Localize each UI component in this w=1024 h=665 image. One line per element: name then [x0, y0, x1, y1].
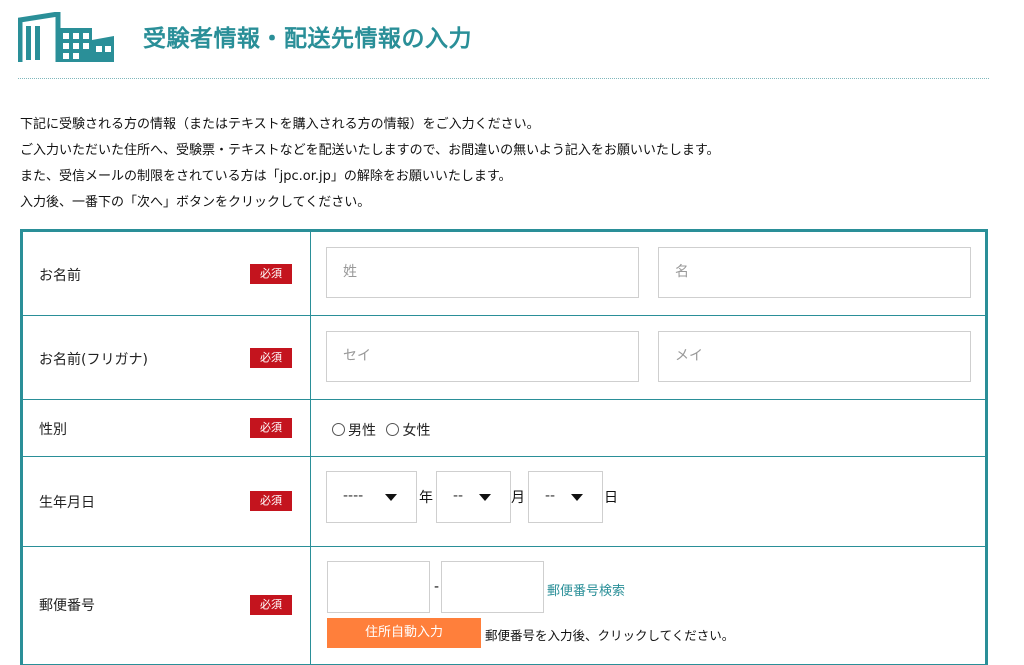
zip-dash: -	[434, 579, 440, 595]
page-header: 受験者情報・配送先情報の入力	[16, 10, 989, 80]
gender-label: 性別	[39, 422, 67, 438]
female-label[interactable]: 女性	[402, 423, 430, 439]
field-cell: - 郵便番号検索 住所自動入力 郵便番号を入力後、クリックしてください。	[312, 547, 985, 664]
field-cell: ---- 年 -- 月 -- 日	[312, 457, 985, 546]
chevron-down-icon	[571, 494, 583, 501]
male-radio[interactable]	[332, 423, 345, 436]
kana-row: お名前(フリガナ) 必須 セイ メイ	[23, 316, 985, 400]
year-unit: 年	[419, 490, 433, 506]
day-value: --	[545, 488, 556, 504]
building-icon	[18, 12, 114, 62]
kana-label: お名前(フリガナ)	[39, 352, 148, 368]
field-cell: セイ メイ	[312, 316, 985, 399]
year-value: ----	[343, 488, 364, 504]
zip-label: 郵便番号	[39, 598, 95, 614]
intro-line: 下記に受験される方の情報（またはテキストを購入される方の情報）をご入力ください。	[20, 117, 540, 132]
zip-second-input[interactable]	[441, 561, 544, 613]
birthdate-row: 生年月日 必須 ---- 年 -- 月 -- 日	[23, 457, 985, 547]
zip-row: 郵便番号 必須 - 郵便番号検索 住所自動入力 郵便番号を入力後、クリックしてく…	[23, 547, 985, 665]
month-value: --	[453, 488, 464, 504]
auto-fill-address-button[interactable]: 住所自動入力	[327, 618, 481, 648]
required-badge: 必須	[250, 491, 292, 511]
label-cell: お名前(フリガナ) 必須	[23, 316, 311, 399]
month-unit: 月	[511, 490, 525, 506]
required-badge: 必須	[250, 418, 292, 438]
day-unit: 日	[604, 490, 618, 506]
year-select[interactable]: ----	[326, 471, 417, 523]
field-cell: 姓 名	[312, 232, 985, 315]
chevron-down-icon	[479, 494, 491, 501]
male-label[interactable]: 男性	[348, 423, 376, 439]
first-name-input[interactable]: 名	[658, 247, 971, 298]
header-divider	[18, 78, 989, 79]
name-label: お名前	[39, 268, 81, 284]
field-cell: 男性 女性	[312, 400, 985, 456]
label-cell: 性別 必須	[23, 400, 311, 456]
day-select[interactable]: --	[528, 471, 603, 523]
birthdate-label: 生年月日	[39, 495, 95, 511]
page-title: 受験者情報・配送先情報の入力	[143, 26, 472, 52]
last-name-input[interactable]: 姓	[326, 247, 639, 298]
label-cell: 生年月日 必須	[23, 457, 311, 546]
name-row: お名前 必須 姓 名	[23, 232, 985, 316]
applicant-form: お名前 必須 姓 名 お名前(フリガナ) 必須 セイ メイ 性別 必須 男性 女…	[20, 229, 988, 665]
required-badge: 必須	[250, 595, 292, 615]
zip-first-input[interactable]	[327, 561, 430, 613]
auto-fill-note: 郵便番号を入力後、クリックしてください。	[485, 628, 735, 643]
chevron-down-icon	[385, 494, 397, 501]
intro-line: また、受信メールの制限をされている方は「jpc.or.jp」の解除をお願いいたし…	[20, 169, 512, 184]
first-name-kana-input[interactable]: メイ	[658, 331, 971, 382]
intro-line: 入力後、一番下の「次へ」ボタンをクリックしてください。	[20, 195, 371, 210]
intro-text: 下記に受験される方の情報（またはテキストを購入される方の情報）をご入力ください。…	[20, 112, 720, 216]
zip-search-link[interactable]: 郵便番号検索	[547, 580, 625, 599]
required-badge: 必須	[250, 348, 292, 368]
female-radio[interactable]	[386, 423, 400, 436]
label-cell: 郵便番号 必須	[23, 547, 311, 664]
label-cell: お名前 必須	[23, 232, 311, 315]
gender-row: 性別 必須 男性 女性	[23, 400, 985, 457]
required-badge: 必須	[250, 264, 292, 284]
month-select[interactable]: --	[436, 471, 511, 523]
intro-line: ご入力いただいた住所へ、受験票・テキストなどを配送いたしますので、お間違いの無い…	[20, 143, 720, 158]
gender-radio-group: 男性 女性	[332, 420, 436, 440]
last-name-kana-input[interactable]: セイ	[326, 331, 639, 382]
